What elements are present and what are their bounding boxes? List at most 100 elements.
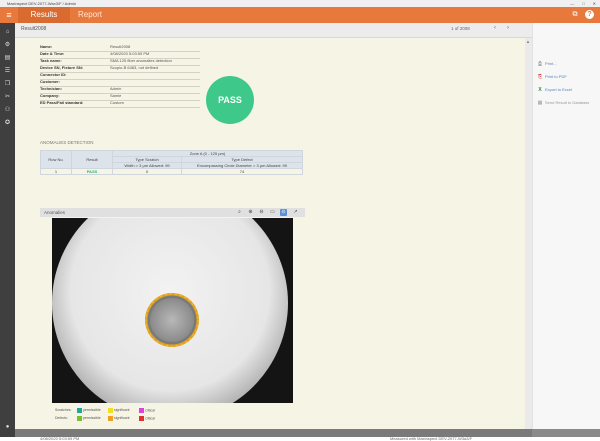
- anomalies-section-title: ANOMALIES DETECTION: [40, 140, 94, 145]
- tools-icon[interactable]: ✂: [2, 93, 13, 102]
- maximize-button[interactable]: □: [582, 0, 584, 7]
- next-page-button[interactable]: ›: [507, 25, 509, 31]
- external-link-icon[interactable]: ↗: [292, 209, 299, 216]
- row-no-cell: 1: [40, 168, 72, 175]
- legend-defects-label: Defects:: [55, 416, 68, 421]
- info-row-standard: ED Pass/Fail standard: Custom: [40, 100, 200, 108]
- fit-width-icon[interactable]: ▭: [269, 209, 276, 216]
- anomalies-panel: Anomalies ⌕ ⊕ ⊖ ▭ ⊙ ↗: [40, 208, 305, 403]
- legend-defects-row: Defects: permissible significant critica…: [55, 416, 155, 421]
- page-indicator: 1 of 2008: [451, 26, 470, 31]
- table-header-result: Result: [71, 150, 113, 169]
- fiber-endface-svg: [52, 218, 293, 403]
- info-label: Connector ID:: [40, 72, 67, 77]
- legend-item: permissible: [82, 416, 101, 421]
- fiber-endface-image: [52, 218, 293, 403]
- table-row: 1 PASS 0 74: [40, 168, 303, 175]
- zoom-in-icon[interactable]: ⊕: [247, 209, 254, 216]
- account-icon[interactable]: ●: [2, 423, 13, 432]
- export-window-icon[interactable]: ⧉: [570, 10, 580, 20]
- anomalies-label: Anomalies: [44, 210, 66, 215]
- info-value: Samie: [110, 93, 122, 98]
- bottom-status-bar-right: [532, 429, 600, 437]
- info-value: SMA 125 fiber anomalies detection: [110, 58, 172, 63]
- info-value: Result2008: [110, 44, 131, 49]
- row-result-cell: PASS: [71, 168, 113, 175]
- export-to-excel-label: Export to Excel: [545, 87, 572, 92]
- legend-scratches-label: Scratches:: [55, 408, 72, 413]
- book-icon[interactable]: ▤: [2, 54, 13, 63]
- app-topbar: ≡ Results Report ⧉ ?: [0, 7, 600, 23]
- info-value: Scopio-B 6483, not defined: [110, 65, 159, 70]
- anomaly-results-table: Row No. Result Zone A (0 - 125 μm) Type …: [40, 150, 303, 175]
- tab-report[interactable]: Report: [78, 7, 102, 23]
- info-value: 4/08/2020 5:03:59 PM: [110, 51, 150, 56]
- pass-badge: PASS: [206, 76, 254, 124]
- info-label: ED Pass/Fail standard:: [40, 100, 84, 105]
- close-button[interactable]: ✕: [593, 0, 596, 7]
- row-defect-cell: 74: [181, 168, 303, 175]
- print-to-pdf-button[interactable]: ⎘ Print to PDF: [537, 74, 567, 80]
- vertical-scrollbar[interactable]: ▲: [525, 38, 532, 437]
- home-icon[interactable]: ⌂: [2, 28, 13, 37]
- send-to-database-button[interactable]: ▦ Send Result to Database: [537, 100, 590, 106]
- report-content: Result2008 1 of 2008 ‹ › Name: Result200…: [15, 23, 532, 441]
- report-name: Result2008: [21, 26, 47, 32]
- zoom-out-icon[interactable]: ⊖: [258, 209, 265, 216]
- legend-swatch: [107, 408, 113, 413]
- anomalies-toolbar: Anomalies ⌕ ⊕ ⊖ ▭ ⊙ ↗: [40, 208, 305, 217]
- legend-item: critical: [144, 408, 155, 413]
- legend-scratches-row: Scratches: permissible significant criti…: [55, 408, 155, 413]
- print-button[interactable]: ⎙ Print...: [537, 61, 557, 67]
- search-icon[interactable]: ⌕: [236, 209, 243, 216]
- scroll-up-icon[interactable]: ▲: [526, 39, 530, 44]
- info-value: Admin: [110, 86, 122, 91]
- print-icon: ⎙: [537, 61, 542, 67]
- info-label: Date & Time:: [40, 51, 65, 56]
- pdf-icon: ⎘: [537, 74, 542, 80]
- tab-results[interactable]: Results: [18, 7, 70, 23]
- send-to-database-label: Send Result to Database: [545, 100, 590, 105]
- report-header: Result2008 1 of 2008 ‹ ›: [15, 23, 532, 38]
- info-label: Task name:: [40, 58, 62, 63]
- row-scratch-cell: 0: [112, 168, 182, 175]
- legend-item: critical: [144, 416, 155, 421]
- legend-swatch: [107, 416, 113, 421]
- hamburger-menu-icon[interactable]: ≡: [3, 9, 15, 21]
- minimize-button[interactable]: —: [570, 0, 574, 7]
- support-icon[interactable]: ✪: [2, 119, 13, 128]
- prev-page-button[interactable]: ‹: [494, 25, 496, 31]
- legend-swatch: [76, 408, 82, 413]
- table-header-defect-criteria: Encompassing Circle Diameter > 3 μm Allo…: [181, 162, 303, 169]
- users-icon[interactable]: ⚇: [2, 106, 13, 115]
- bottom-status-bar: [15, 429, 532, 437]
- print-to-pdf-label: Print to PDF: [545, 74, 567, 79]
- legend-swatch: [76, 416, 82, 421]
- zoom-active-icon[interactable]: ⊙: [280, 209, 287, 216]
- legend-swatch: [138, 416, 144, 421]
- export-to-excel-button[interactable]: X Export to Excel: [537, 87, 572, 93]
- help-icon[interactable]: ?: [585, 10, 594, 19]
- window-titlebar: Maxinspect DEV-2077-Wax3/F / Admin — □ ✕: [0, 0, 600, 7]
- table-header-row-no: Row No.: [40, 150, 72, 169]
- legend-item: permissible: [82, 408, 101, 413]
- left-sidebar: ⌂ ⚙ ▤ ☰ ❐ ✂ ⚇ ✪ ●: [0, 23, 15, 437]
- list-icon[interactable]: ☰: [2, 67, 13, 76]
- info-value: Custom: [110, 100, 124, 105]
- legend-item: significant: [113, 416, 130, 421]
- settings-icon[interactable]: ⚙: [2, 41, 13, 50]
- copy-icon[interactable]: ❐: [2, 80, 13, 89]
- window-title: Maxinspect DEV-2077-Wax3/F / Admin: [7, 1, 76, 6]
- database-icon: ▦: [537, 100, 543, 106]
- info-label: Customer:: [40, 79, 61, 84]
- legend-item: significant: [113, 408, 130, 413]
- window-controls: — □ ✕: [570, 0, 596, 7]
- actions-panel: ⎙ Print... ⎘ Print to PDF X Export to Excel…: [532, 23, 600, 437]
- info-label: Company:: [40, 93, 60, 98]
- info-label: Technician:: [40, 86, 62, 91]
- info-label: Name:: [40, 44, 53, 49]
- excel-icon: X: [538, 87, 542, 93]
- info-label: Device SN, Fixture SN:: [40, 65, 84, 70]
- print-label: Print...: [545, 61, 557, 66]
- legend-swatch: [138, 408, 144, 413]
